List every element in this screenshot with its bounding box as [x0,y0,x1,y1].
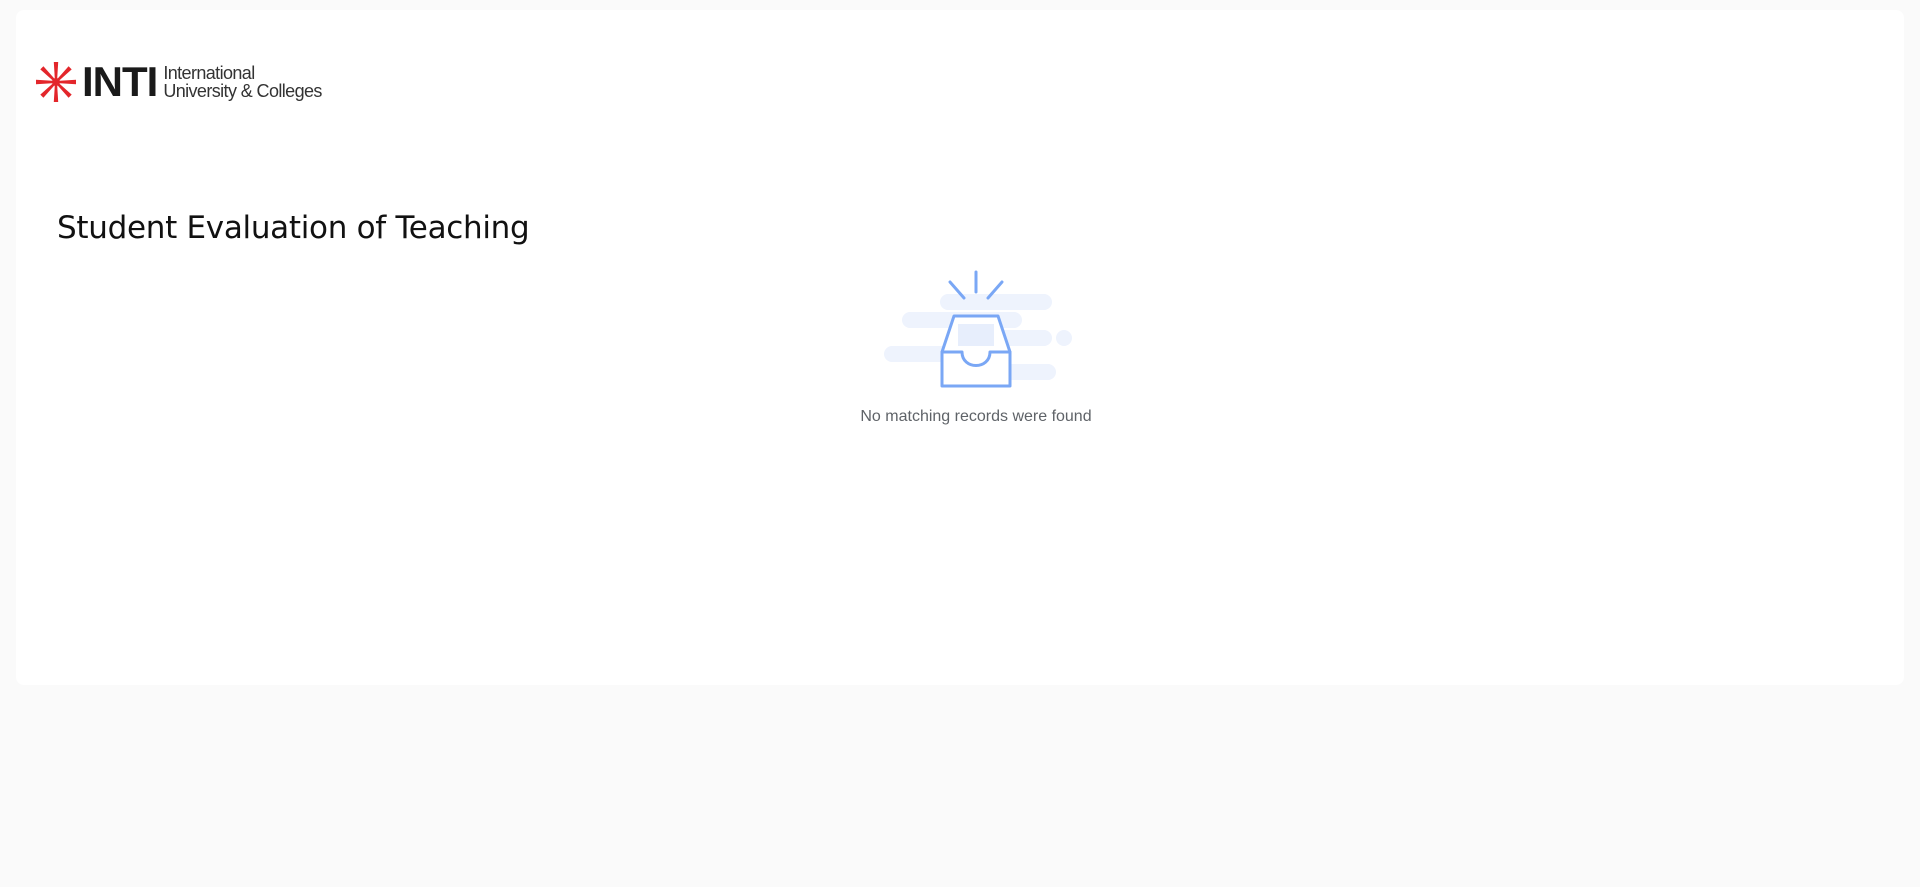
empty-message: No matching records were found [860,408,1092,425]
page-title: Student Evaluation of Teaching [57,210,530,246]
inti-star-icon [36,62,76,102]
logo-subtitle: International University & Colleges [163,63,322,101]
empty-inbox-icon [884,270,1072,388]
inti-logo[interactable]: INTI International University & Colleges [34,58,322,106]
logo-wordmark: INTI [82,58,158,105]
content-card: INTI International University & Colleges… [16,10,1904,685]
empty-state: No matching records were found [840,266,1112,426]
logo-subtitle-line2: University & Colleges [163,81,322,101]
logo-subtitle-line1: International [163,63,255,83]
